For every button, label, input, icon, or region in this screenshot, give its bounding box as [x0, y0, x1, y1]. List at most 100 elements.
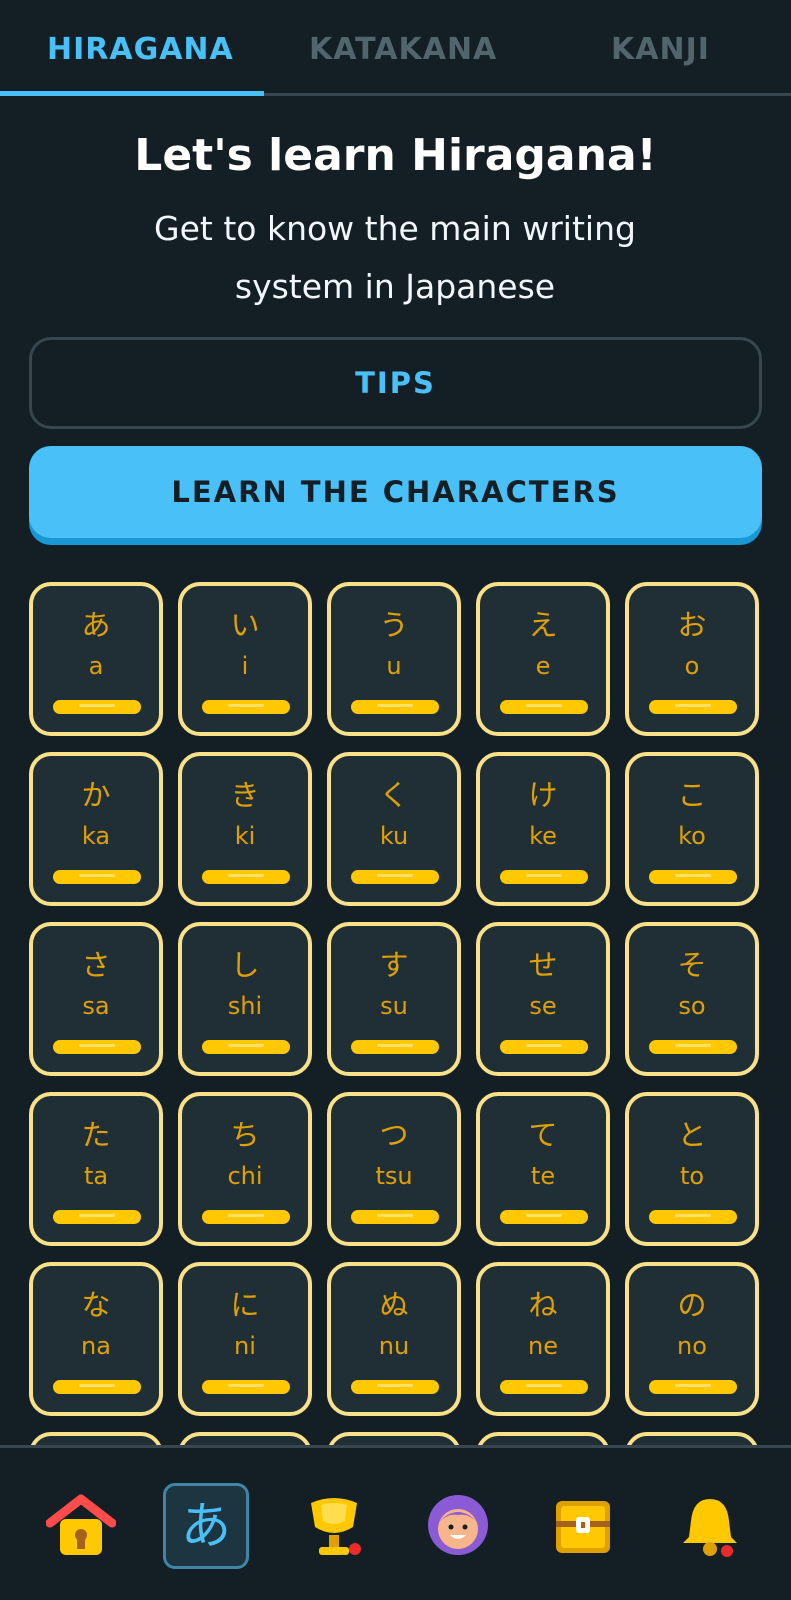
- kana-glyph: た: [81, 1118, 111, 1152]
- progress-bar: [649, 700, 737, 714]
- romaji-label: nu: [378, 1332, 410, 1360]
- tips-button[interactable]: TIPS: [29, 337, 762, 429]
- progress-bar: [351, 1040, 439, 1054]
- tab-katakana[interactable]: KATAKANA: [309, 32, 497, 67]
- character-grid: あa いi うu えe おo か ka き ki く ku け ke こ ko さ sa し…: [29, 582, 759, 1445]
- nav-characters[interactable]: あ: [163, 1483, 249, 1569]
- romaji-label: e: [535, 652, 551, 680]
- romaji-label: ta: [83, 1162, 109, 1190]
- character-cell-to[interactable]: と to: [625, 1092, 759, 1246]
- kana-glyph: さ: [81, 948, 111, 982]
- progress-bar: [351, 1380, 439, 1394]
- character-cell-tsu[interactable]: つ tsu: [327, 1092, 461, 1246]
- romaji-label: shi: [227, 992, 263, 1020]
- character-cell-sa[interactable]: さ sa: [29, 922, 163, 1076]
- progress-bar: [500, 1040, 588, 1054]
- character-cell-no[interactable]: の no: [625, 1262, 759, 1416]
- character-cell-ki[interactable]: き ki: [178, 752, 312, 906]
- romaji-label: tsu: [375, 1162, 413, 1190]
- kana-glyph: と: [677, 1118, 707, 1152]
- character-cell-partial[interactable]: [327, 1432, 461, 1445]
- progress-bar: [649, 1210, 737, 1224]
- character-cell-i[interactable]: いi: [178, 582, 312, 736]
- kana-glyph: す: [379, 948, 409, 982]
- progress-bar: [53, 870, 141, 884]
- character-cell-partial[interactable]: [625, 1432, 759, 1445]
- progress-bar: [500, 1210, 588, 1224]
- progress-bar: [53, 700, 141, 714]
- character-cell-so[interactable]: そ so: [625, 922, 759, 1076]
- treasure-chest-icon: [556, 1501, 610, 1553]
- progress-bar: [202, 870, 290, 884]
- progress-bar: [53, 1210, 141, 1224]
- nav-notifications[interactable]: [667, 1483, 753, 1569]
- character-grid-scroll[interactable]: あa いi うu えe おo か ka き ki く ku け ke こ ko さ sa し…: [0, 575, 791, 1445]
- romaji-label: ki: [234, 822, 256, 850]
- romaji-label: ni: [234, 1332, 256, 1360]
- character-cell-partial[interactable]: [29, 1432, 163, 1445]
- tab-kanji[interactable]: KANJI: [611, 32, 710, 67]
- romaji-label: sa: [82, 992, 110, 1020]
- progress-bar: [351, 700, 439, 714]
- kana-glyph: え: [528, 608, 558, 642]
- nav-profile[interactable]: [415, 1483, 501, 1569]
- character-cell-nu[interactable]: ぬ nu: [327, 1262, 461, 1416]
- character-cell-u[interactable]: うu: [327, 582, 461, 736]
- character-cell-chi[interactable]: ち chi: [178, 1092, 312, 1246]
- romaji-label: o: [684, 652, 700, 680]
- character-cell-ta[interactable]: た ta: [29, 1092, 163, 1246]
- character-cell-a[interactable]: あa: [29, 582, 163, 736]
- character-cell-shi[interactable]: し shi: [178, 922, 312, 1076]
- progress-bar: [500, 870, 588, 884]
- romaji-label: u: [386, 652, 402, 680]
- character-cell-partial[interactable]: [178, 1432, 312, 1445]
- character-cell-te[interactable]: て te: [476, 1092, 610, 1246]
- notification-dot: [721, 1545, 733, 1557]
- character-cell-na[interactable]: な na: [29, 1262, 163, 1416]
- character-cell-partial[interactable]: [476, 1432, 610, 1445]
- character-cell-ke[interactable]: け ke: [476, 752, 610, 906]
- romaji-label: to: [679, 1162, 705, 1190]
- leaderboard-trophy-icon: [311, 1498, 361, 1555]
- character-cell-ka[interactable]: か ka: [29, 752, 163, 906]
- kana-glyph: ぬ: [379, 1288, 409, 1322]
- kana-glyph: し: [230, 948, 260, 982]
- character-cell-ko[interactable]: こ ko: [625, 752, 759, 906]
- character-cell-ne[interactable]: ね ne: [476, 1262, 610, 1416]
- page-title: Let's learn Hiragana!: [134, 130, 657, 181]
- profile-avatar-icon: [428, 1495, 488, 1555]
- character-cell-ku[interactable]: く ku: [327, 752, 461, 906]
- progress-bar: [500, 700, 588, 714]
- bottom-navigation: あ: [0, 1445, 791, 1600]
- nav-leaderboard[interactable]: [291, 1483, 377, 1569]
- progress-bar: [649, 1380, 737, 1394]
- romaji-label: ko: [678, 822, 706, 850]
- kana-glyph: か: [81, 778, 111, 812]
- nav-shop[interactable]: [540, 1483, 626, 1569]
- progress-bar: [202, 700, 290, 714]
- romaji-label: ne: [528, 1332, 558, 1360]
- kana-glyph: こ: [677, 778, 707, 812]
- character-cell-se[interactable]: せ se: [476, 922, 610, 1076]
- learn-characters-button[interactable]: LEARN THE CHARACTERS: [29, 446, 762, 538]
- character-cell-su[interactable]: す su: [327, 922, 461, 1076]
- subtitle-line-2: system in Japanese: [234, 267, 556, 306]
- progress-bar: [202, 1380, 290, 1394]
- character-cell-ni[interactable]: に ni: [178, 1262, 312, 1416]
- kana-glyph: く: [379, 778, 409, 812]
- notifications-bell-icon: [683, 1499, 737, 1557]
- kana-glyph: つ: [379, 1118, 409, 1152]
- character-cell-o[interactable]: おo: [625, 582, 759, 736]
- character-cell-e[interactable]: えe: [476, 582, 610, 736]
- tab-hiragana[interactable]: HIRAGANA: [47, 32, 234, 67]
- kana-glyph: け: [528, 778, 558, 812]
- nav-home[interactable]: [38, 1483, 124, 1569]
- characters-icon: あ: [181, 1497, 231, 1555]
- romaji-label: chi: [227, 1162, 263, 1190]
- progress-bar: [202, 1210, 290, 1224]
- kana-glyph: の: [677, 1288, 707, 1322]
- kana-glyph: そ: [677, 948, 707, 982]
- romaji-label: no: [677, 1332, 707, 1360]
- romaji-label: so: [678, 992, 706, 1020]
- kana-glyph: な: [81, 1288, 111, 1322]
